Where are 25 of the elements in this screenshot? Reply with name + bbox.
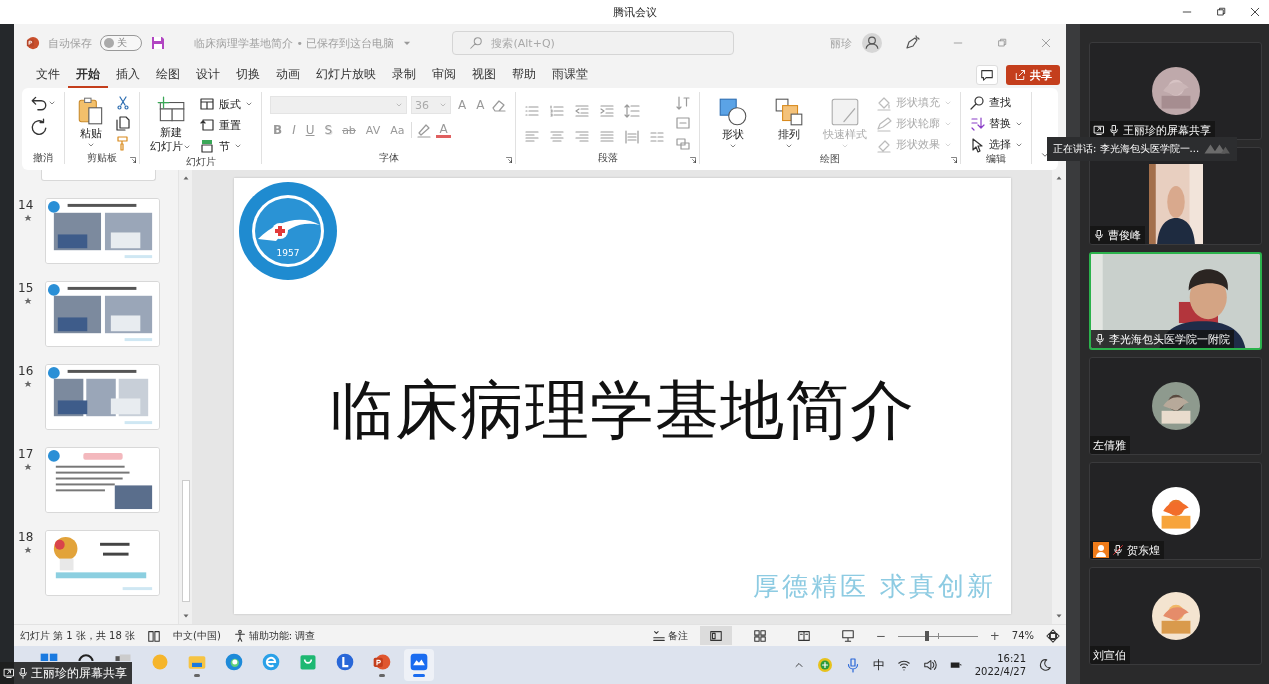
group-label: 幻灯片 [184, 156, 217, 168]
group-label: 段落 [596, 152, 619, 164]
slide-motto: 厚德精医 求真创新 [753, 570, 997, 603]
participant-name: 刘宣伯 [1093, 647, 1126, 663]
slide-number: 14 [18, 198, 35, 212]
participant-name: 贺东煌 [1127, 542, 1160, 558]
participant-name: 左倩雅 [1093, 437, 1126, 453]
participant-name: 曹俊峰 [1108, 227, 1141, 243]
participant-name: 李光海包头医学院一附院 [1109, 331, 1230, 347]
group-label: 绘图 [819, 153, 842, 165]
group-label: 字体 [377, 152, 400, 164]
group-label: 编辑 [985, 153, 1008, 165]
window-title: 腾讯会议 [612, 4, 657, 20]
autosave-label: 自动保存 [48, 35, 92, 51]
slide-number: 16 [18, 364, 35, 378]
slide-number: 15 [18, 281, 35, 295]
group-label: 撤消 [32, 152, 54, 164]
slide-number: 17 [18, 447, 35, 461]
slide-position: 幻灯片 第 1 张，共 18 张 [20, 628, 135, 643]
participant-name: 王丽珍的屏幕共享 [1123, 122, 1211, 138]
slide-number: 18 [18, 530, 35, 544]
group-label: 剪贴板 [86, 152, 118, 164]
screen-share-label: 王丽珍的屏幕共享 [31, 664, 127, 682]
logo-year: 1957 [276, 248, 299, 258]
slide-title: 临床病理学基地简介 [329, 372, 915, 449]
